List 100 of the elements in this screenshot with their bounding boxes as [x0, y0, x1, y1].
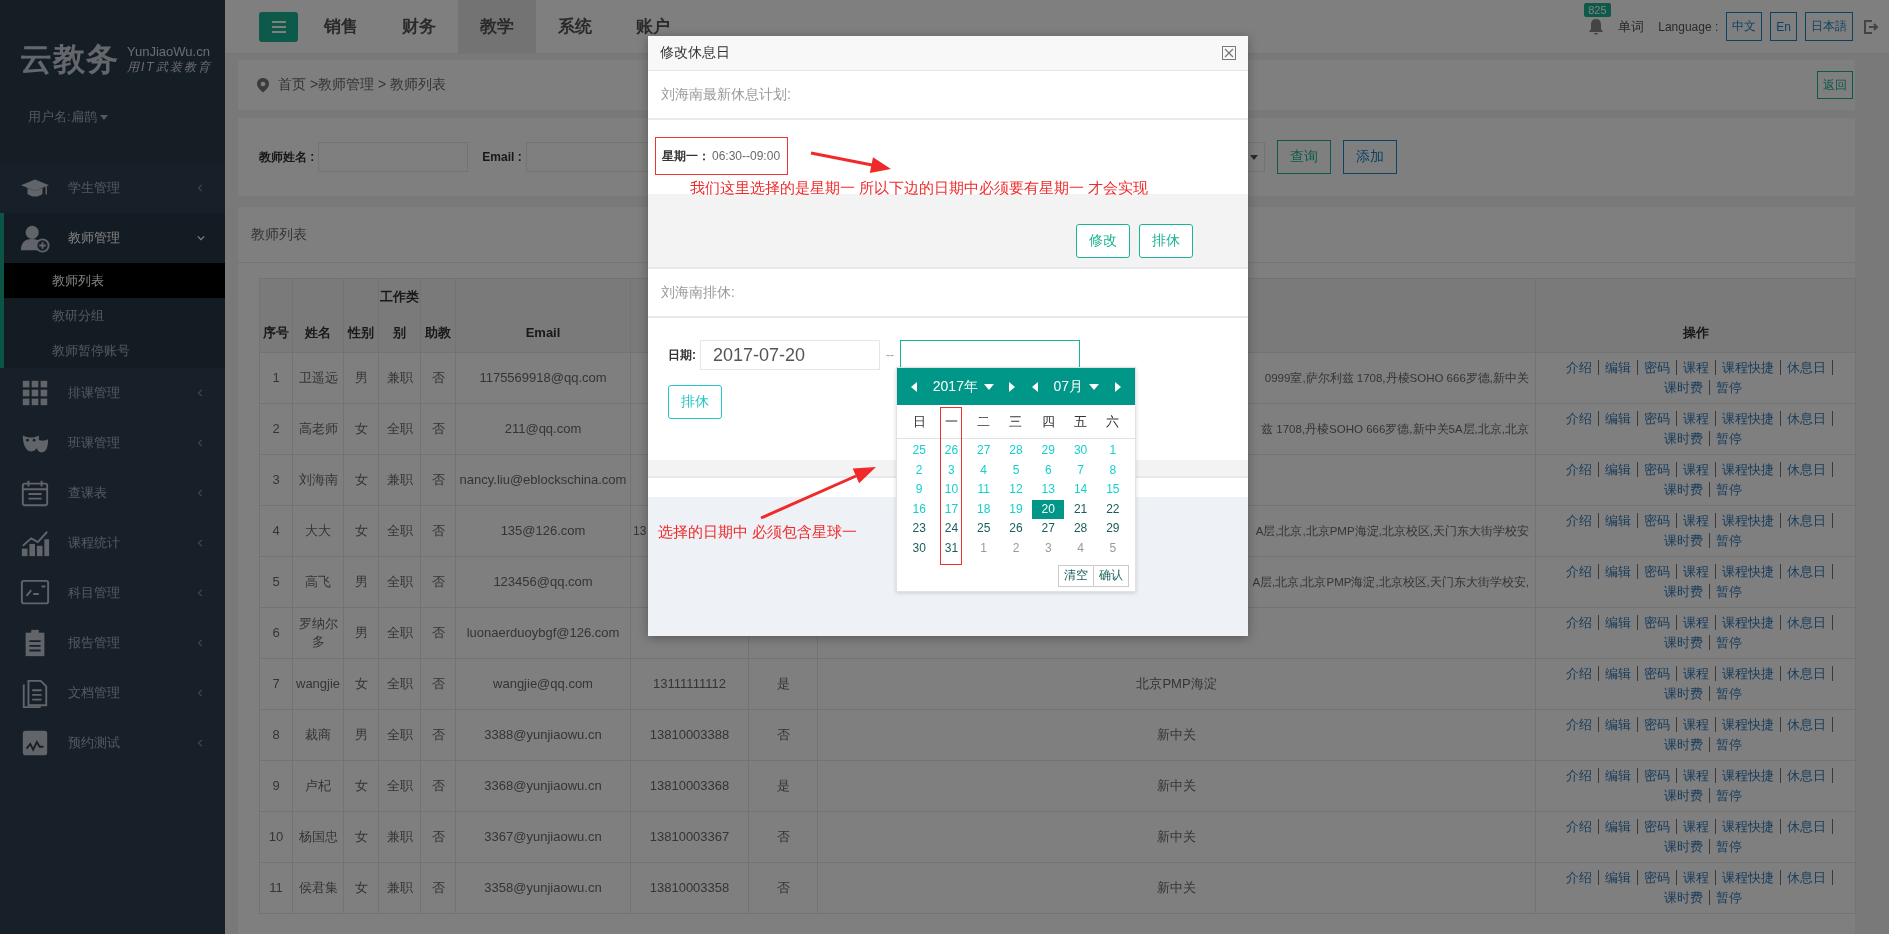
action-link[interactable]: 暂停 — [1715, 890, 1742, 905]
action-link[interactable]: 课程 — [1683, 411, 1716, 426]
calendar-day[interactable]: 15 — [1096, 480, 1129, 500]
action-link[interactable]: 介绍 — [1566, 462, 1599, 477]
action-link[interactable]: 编辑 — [1605, 819, 1638, 834]
action-link[interactable]: 课时费 — [1663, 380, 1710, 395]
action-link[interactable]: 密码 — [1644, 666, 1677, 681]
calendar-day[interactable]: 31 — [935, 538, 968, 559]
action-link[interactable]: 课时费 — [1663, 839, 1710, 854]
action-link[interactable]: 课程快捷 — [1722, 768, 1781, 783]
menu-button[interactable] — [259, 11, 298, 42]
action-link[interactable]: 编辑 — [1605, 615, 1638, 630]
end-date-field[interactable] — [900, 340, 1080, 370]
bell-icon[interactable] — [1588, 17, 1605, 36]
calendar-day[interactable]: 1 — [967, 538, 1000, 559]
action-link[interactable]: 课程快捷 — [1722, 717, 1781, 732]
submenu-item[interactable]: 教师列表 — [4, 263, 225, 298]
action-link[interactable]: 课时费 — [1663, 431, 1710, 446]
action-link[interactable]: 密码 — [1644, 513, 1677, 528]
action-link[interactable]: 课程快捷 — [1722, 564, 1781, 579]
action-link[interactable]: 密码 — [1644, 564, 1677, 579]
calendar-day[interactable]: 12 — [999, 480, 1033, 500]
calendar-day[interactable]: 20 — [1032, 499, 1065, 520]
calendar-day[interactable]: 24 — [935, 519, 968, 539]
action-link[interactable]: 课程 — [1683, 768, 1716, 783]
action-link[interactable]: 暂停 — [1715, 584, 1742, 599]
calendar-day[interactable]: 6 — [1032, 460, 1065, 481]
action-link[interactable]: 课时费 — [1663, 890, 1710, 905]
action-link[interactable]: 密码 — [1644, 411, 1677, 426]
calendar-day[interactable]: 11 — [967, 480, 1000, 500]
words-link[interactable]: 单词 — [1618, 17, 1645, 36]
action-link[interactable]: 编辑 — [1605, 870, 1638, 885]
calendar-day[interactable]: 9 — [903, 480, 936, 500]
action-link[interactable]: 介绍 — [1566, 717, 1599, 732]
action-link[interactable]: 密码 — [1644, 615, 1677, 630]
action-link[interactable]: 课程 — [1683, 717, 1716, 732]
picker-button[interactable]: 确认 — [1094, 564, 1129, 587]
action-link[interactable]: 课程快捷 — [1722, 615, 1781, 630]
caret-down-icon[interactable] — [1089, 383, 1100, 390]
action-link[interactable]: 课程快捷 — [1722, 666, 1781, 681]
action-link[interactable]: 编辑 — [1605, 768, 1638, 783]
action-link[interactable]: 课时费 — [1663, 533, 1710, 548]
action-link[interactable]: 编辑 — [1605, 360, 1638, 375]
action-link[interactable]: 暂停 — [1715, 737, 1742, 752]
calendar-day[interactable]: 10 — [935, 480, 968, 500]
submenu-item[interactable]: 教研分组 — [4, 298, 225, 333]
action-link[interactable]: 休息日 — [1787, 666, 1833, 681]
action-link[interactable]: 编辑 — [1605, 564, 1638, 579]
month-select[interactable]: 07月 — [1053, 377, 1084, 396]
action-link[interactable]: 课时费 — [1663, 635, 1710, 650]
calendar-day[interactable]: 2 — [903, 460, 936, 481]
calendar-day[interactable]: 3 — [935, 460, 968, 481]
calendar-day[interactable]: 30 — [903, 538, 936, 559]
triangle-right-icon[interactable] — [1008, 381, 1017, 392]
action-link[interactable]: 课程快捷 — [1722, 360, 1781, 375]
action-link[interactable]: 暂停 — [1715, 839, 1742, 854]
action-link[interactable]: 暂停 — [1715, 635, 1742, 650]
action-link[interactable]: 休息日 — [1787, 360, 1833, 375]
action-link[interactable]: 课程快捷 — [1722, 819, 1781, 834]
action-link[interactable]: 课时费 — [1663, 737, 1710, 752]
action-link[interactable]: 介绍 — [1566, 819, 1599, 834]
action-link[interactable]: 编辑 — [1605, 513, 1638, 528]
calendar-day[interactable]: 23 — [903, 519, 936, 539]
logout-icon[interactable] — [1863, 18, 1879, 35]
action-link[interactable]: 课程快捷 — [1722, 411, 1781, 426]
calendar-day[interactable]: 4 — [967, 460, 1000, 481]
action-link[interactable]: 密码 — [1644, 870, 1677, 885]
search-button[interactable]: 添加 — [1342, 140, 1397, 174]
action-link[interactable]: 课程 — [1683, 615, 1716, 630]
action-link[interactable]: 休息日 — [1787, 615, 1833, 630]
action-link[interactable]: 介绍 — [1566, 666, 1599, 681]
action-link[interactable]: 课程 — [1683, 462, 1716, 477]
nav-tab[interactable]: 教学 — [458, 0, 536, 53]
sidebar-item[interactable]: 教师管理 — [4, 213, 225, 263]
action-link[interactable]: 休息日 — [1787, 819, 1833, 834]
action-link[interactable]: 暂停 — [1715, 533, 1742, 548]
triangle-left-icon[interactable] — [1031, 381, 1039, 392]
start-date-field[interactable]: 2017-07-20 — [700, 340, 880, 370]
language-button[interactable]: En — [1770, 12, 1797, 41]
action-link[interactable]: 休息日 — [1787, 513, 1833, 528]
language-button[interactable]: 中文 — [1726, 12, 1763, 41]
nav-tab[interactable]: 系统 — [536, 0, 614, 53]
calendar-day[interactable]: 27 — [1032, 519, 1065, 539]
submenu-item[interactable]: 教师暂停账号 — [4, 333, 225, 368]
action-link[interactable]: 休息日 — [1787, 768, 1833, 783]
calendar-day[interactable]: 25 — [967, 519, 1000, 539]
caret-down-icon[interactable] — [983, 383, 994, 390]
calendar-day[interactable]: 7 — [1064, 460, 1097, 481]
action-link[interactable]: 密码 — [1644, 768, 1677, 783]
action-link[interactable]: 课程 — [1683, 666, 1716, 681]
action-link[interactable]: 介绍 — [1566, 615, 1599, 630]
calendar-day[interactable]: 28 — [1064, 519, 1097, 539]
nav-tab[interactable]: 财务 — [380, 0, 458, 53]
action-link[interactable]: 课时费 — [1663, 686, 1710, 701]
action-link[interactable]: 密码 — [1644, 717, 1677, 732]
action-link[interactable]: 编辑 — [1605, 717, 1638, 732]
calendar-day[interactable]: 14 — [1064, 480, 1097, 500]
action-link[interactable]: 介绍 — [1566, 513, 1599, 528]
action-link[interactable]: 介绍 — [1566, 564, 1599, 579]
action-link[interactable]: 休息日 — [1787, 564, 1833, 579]
